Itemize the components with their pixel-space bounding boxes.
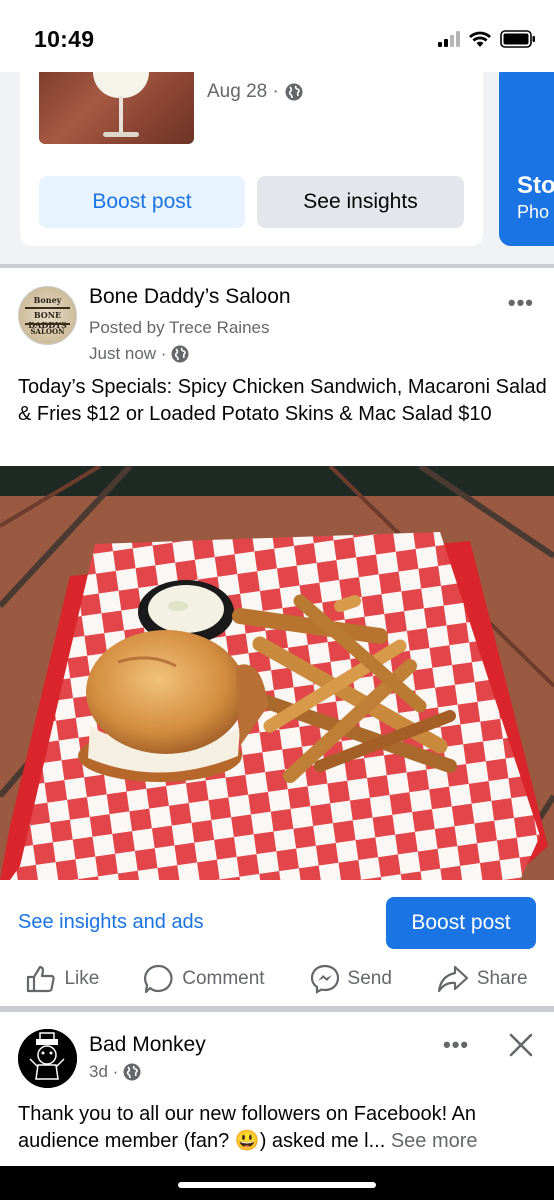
cellular-signal-icon — [438, 31, 460, 47]
post-timestamp: Just now · — [89, 344, 189, 364]
feed-post: Boney BONE DADDYS SALOON Bone Daddy’s Sa… — [0, 268, 554, 1006]
post-photo[interactable] — [0, 466, 554, 880]
bad-monkey-avatar[interactable] — [18, 1029, 77, 1088]
story-card[interactable]: Sto Pho — [499, 72, 554, 246]
previous-post-card[interactable]: Aug 28 · Boost post See insights — [20, 72, 483, 246]
post-more-options-icon[interactable]: ••• — [443, 1032, 469, 1058]
like-button[interactable]: Like — [26, 965, 99, 993]
page-name[interactable]: Bone Daddy’s Saloon — [89, 285, 291, 309]
status-icons — [438, 30, 536, 48]
wifi-icon — [469, 31, 491, 47]
post-text: Today’s Specials: Spicy Chicken Sandwich… — [18, 376, 547, 425]
home-indicator-area — [0, 1166, 554, 1200]
status-time: 10:49 — [34, 26, 95, 52]
avatar-text-bottom: SALOON — [30, 327, 65, 336]
reaction-bar: Like Comment Send Share — [0, 958, 554, 1000]
boost-post-button[interactable]: Boost post — [386, 897, 536, 949]
see-more-link[interactable]: See more — [391, 1130, 478, 1152]
page-name[interactable]: Bad Monkey — [89, 1033, 206, 1057]
story-card-subtitle: Pho — [517, 202, 550, 222]
previous-see-insights-button[interactable]: See insights — [257, 176, 464, 228]
battery-icon — [500, 30, 535, 48]
feed-post-next: Bad Monkey 3d · ••• Thank you to all our… — [0, 1012, 554, 1172]
page-avatar[interactable]: Boney BONE DADDYS SALOON — [18, 286, 77, 345]
globe-icon — [171, 345, 189, 363]
story-card-title: Sto — [517, 172, 554, 199]
previous-post-date: Aug 28 · — [207, 81, 303, 103]
messenger-icon — [310, 964, 339, 994]
avatar-text-top: Boney — [33, 295, 62, 305]
monkey-logo-icon — [18, 1029, 77, 1088]
see-insights-and-ads-link[interactable]: See insights and ads — [18, 911, 204, 934]
send-button[interactable]: Send — [310, 964, 392, 994]
posted-by[interactable]: Posted by Trece Raines — [89, 318, 269, 338]
post-timestamp: 3d · — [89, 1062, 141, 1082]
close-icon[interactable] — [508, 1032, 534, 1058]
comment-button[interactable]: Comment — [144, 964, 265, 994]
home-indicator[interactable] — [178, 1182, 376, 1188]
share-button[interactable]: Share — [437, 965, 528, 993]
previous-post-area: Aug 28 · Boost post See insights Sto Pho — [0, 72, 554, 266]
share-icon — [437, 965, 468, 993]
globe-icon — [285, 83, 303, 101]
like-icon — [27, 965, 56, 993]
comment-icon — [144, 964, 173, 994]
post-text: Thank you to all our new followers on Fa… — [18, 1103, 478, 1152]
food-basket-image — [0, 466, 554, 880]
previous-post-thumbnail[interactable] — [39, 72, 194, 144]
status-bar: 10:49 — [0, 0, 554, 72]
previous-boost-post-button[interactable]: Boost post — [39, 176, 245, 228]
globe-icon — [123, 1063, 141, 1081]
post-admin-actions: See insights and ads Boost post — [0, 896, 554, 952]
post-more-options-icon[interactable]: ••• — [508, 290, 534, 316]
